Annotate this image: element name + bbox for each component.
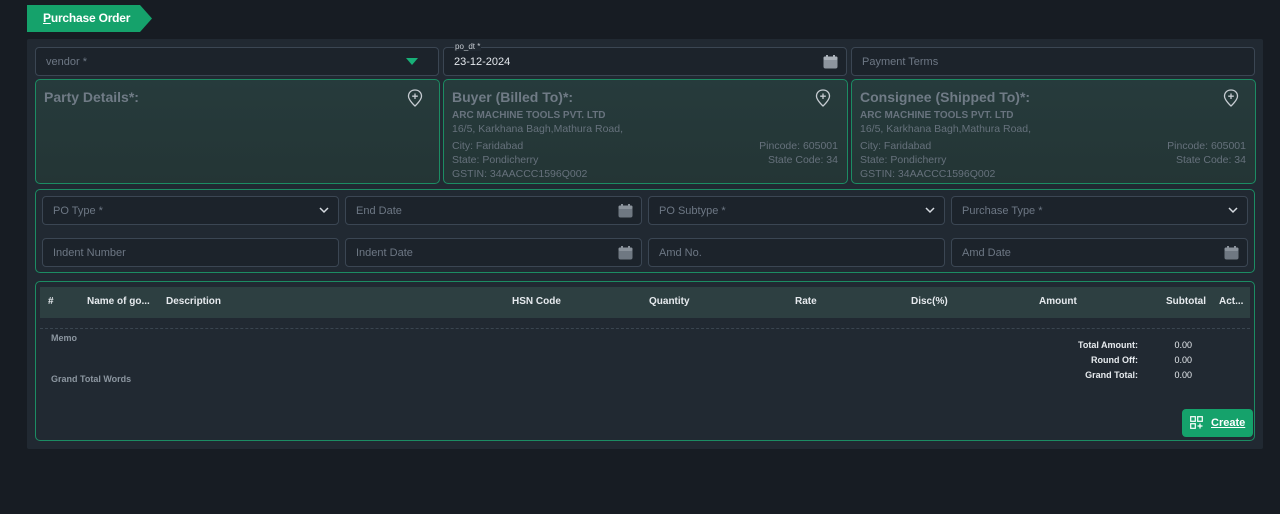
purchase-type-select[interactable]: Purchase Type * (951, 196, 1248, 225)
chevron-down-icon[interactable] (925, 207, 935, 214)
purchase-order-panel: vendor * po_dt * 23-12-2024 Payment Term… (27, 39, 1263, 449)
indent-number-input[interactable]: Indent Number (42, 238, 339, 267)
grand-total-words-label: Grand Total Words (51, 374, 132, 384)
buyer-city: City: Faridabad (452, 140, 524, 152)
po-details-section: PO Type * End Date PO Subtype * Purchase… (35, 189, 1255, 273)
dropdown-triangle-icon[interactable] (406, 58, 418, 65)
calendar-icon[interactable] (618, 204, 633, 218)
consignee-pincode: Pincode: 605001 (1167, 140, 1246, 152)
payment-terms-input[interactable]: Payment Terms (851, 47, 1255, 76)
location-add-icon[interactable] (407, 89, 423, 107)
total-amount-value: 0.00 (1174, 340, 1192, 350)
col-disc: Disc(%) (911, 296, 948, 307)
tab-title-rest: urchase Order (50, 11, 131, 25)
col-name-of-goods: Name of go... (87, 296, 150, 307)
buyer-state-code: State Code: 34 (767, 154, 838, 166)
location-add-icon[interactable] (815, 89, 831, 107)
chevron-down-icon[interactable] (319, 207, 329, 214)
po-subtype-placeholder: PO Subtype * (659, 205, 726, 217)
amd-date-placeholder: Amd Date (962, 247, 1011, 259)
party-details-title: Party Details*: (44, 89, 139, 105)
buyer-pincode: Pincode: 605001 (759, 140, 838, 152)
buyer-card: Buyer (Billed To)*: ARC MACHINE TOOLS PV… (443, 79, 848, 184)
amd-no-placeholder: Amd No. (659, 247, 702, 259)
calendar-icon[interactable] (1224, 246, 1239, 260)
col-description: Description (166, 296, 222, 307)
amd-date-field[interactable]: Amd Date (951, 238, 1248, 267)
grand-total-value: 0.00 (1174, 370, 1192, 380)
round-off-value: 0.00 (1174, 355, 1192, 365)
po-type-select[interactable]: PO Type * (42, 196, 339, 225)
vendor-placeholder: vendor * (46, 56, 87, 68)
consignee-card: Consignee (Shipped To)*: ARC MACHINE TOO… (851, 79, 1256, 184)
grand-total-label: Grand Total: (1085, 370, 1138, 380)
indent-number-placeholder: Indent Number (53, 247, 126, 259)
col-subtotal: Subtotal (1166, 296, 1206, 307)
chevron-down-icon[interactable] (1228, 207, 1238, 214)
consignee-state: State: Pondicherry (860, 154, 947, 166)
party-details-card: Party Details*: (35, 79, 440, 184)
purchase-type-placeholder: Purchase Type * (962, 205, 1043, 217)
amd-no-input[interactable]: Amd No. (648, 238, 945, 267)
consignee-state-code: State Code: 34 (1175, 154, 1246, 166)
total-amount-label: Total Amount: (1078, 340, 1138, 350)
end-date-field[interactable]: End Date (345, 196, 642, 225)
consignee-city: City: Faridabad (860, 140, 932, 152)
payment-terms-placeholder: Payment Terms (862, 56, 939, 68)
consignee-address: 16/5, Karkhana Bagh,Mathura Road, (860, 123, 1032, 135)
po-date-value: 23-12-2024 (454, 56, 511, 68)
buyer-state: State: Pondicherry (452, 154, 539, 166)
buyer-address: 16/5, Karkhana Bagh,Mathura Road, (452, 123, 624, 135)
indent-date-placeholder: Indent Date (356, 247, 413, 259)
items-table-header: # Name of go... Description HSN Code Qua… (40, 287, 1250, 318)
col-hsn-code: HSN Code (512, 296, 561, 307)
purchase-order-tab[interactable]: Purchase Order (27, 5, 152, 32)
create-label-first: C (1211, 417, 1219, 429)
consignee-title: Consignee (Shipped To)*: (860, 89, 1031, 105)
calendar-icon[interactable] (618, 246, 633, 260)
po-type-placeholder: PO Type * (53, 205, 103, 217)
calendar-icon[interactable] (823, 55, 838, 69)
col-actions: Act... (1219, 296, 1244, 307)
col-amount: Amount (1039, 296, 1077, 307)
create-qr-icon (1190, 416, 1203, 429)
col-quantity: Quantity (649, 296, 690, 307)
items-section: # Name of go... Description HSN Code Qua… (35, 281, 1255, 441)
location-add-icon[interactable] (1223, 89, 1239, 107)
end-date-placeholder: End Date (356, 205, 402, 217)
po-date-label: po_dt * (454, 42, 482, 51)
buyer-title: Buyer (Billed To)*: (452, 89, 574, 105)
buyer-company: ARC MACHINE TOOLS PVT. LTD (452, 110, 606, 121)
col-index: # (48, 296, 54, 307)
buyer-gstin: GSTIN: 34AACCC1596Q002 (452, 168, 588, 180)
consignee-gstin: GSTIN: 34AACCC1596Q002 (860, 168, 996, 180)
memo-label: Memo (51, 333, 78, 343)
create-button[interactable]: Create (1182, 409, 1253, 437)
po-date-field[interactable]: po_dt * 23-12-2024 (443, 42, 847, 76)
tab-title-first: P (43, 11, 51, 25)
create-label-rest: reate (1218, 417, 1246, 429)
po-subtype-select[interactable]: PO Subtype * (648, 196, 945, 225)
round-off-label: Round Off: (1091, 355, 1138, 365)
vendor-select[interactable]: vendor * (35, 47, 439, 76)
divider (40, 328, 1250, 329)
col-rate: Rate (795, 296, 817, 307)
consignee-company: ARC MACHINE TOOLS PVT. LTD (860, 110, 1014, 121)
indent-date-field[interactable]: Indent Date (345, 238, 642, 267)
